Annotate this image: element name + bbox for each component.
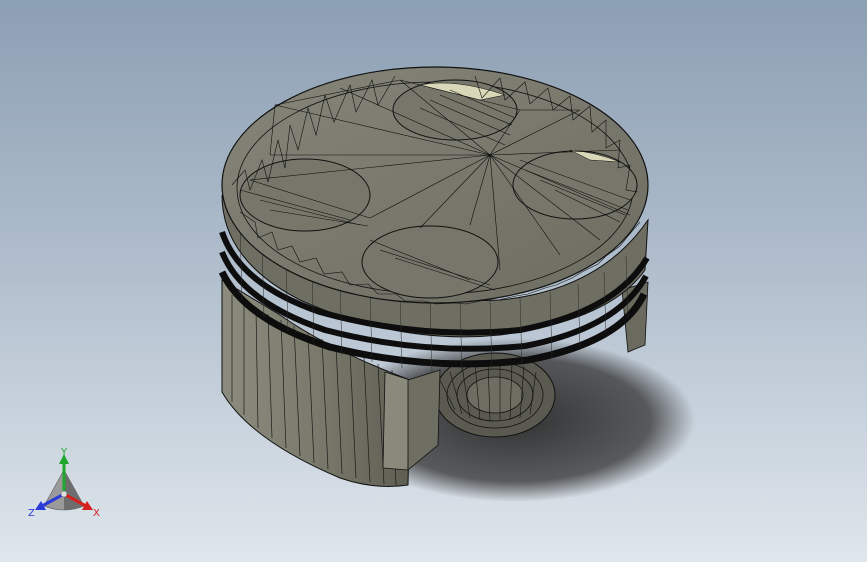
piston-model[interactable] [0, 0, 867, 562]
y-axis-label: Y [60, 448, 68, 458]
graphics-viewport[interactable]: Y X Z [0, 0, 867, 562]
pin-boss-left[interactable] [382, 371, 411, 471]
piston-crown[interactable] [221, 66, 649, 305]
valve-relief-front [361, 225, 499, 299]
orientation-triad[interactable]: Y X Z [26, 448, 104, 526]
x-axis-label: X [93, 508, 100, 519]
z-axis-label: Z [28, 508, 35, 519]
